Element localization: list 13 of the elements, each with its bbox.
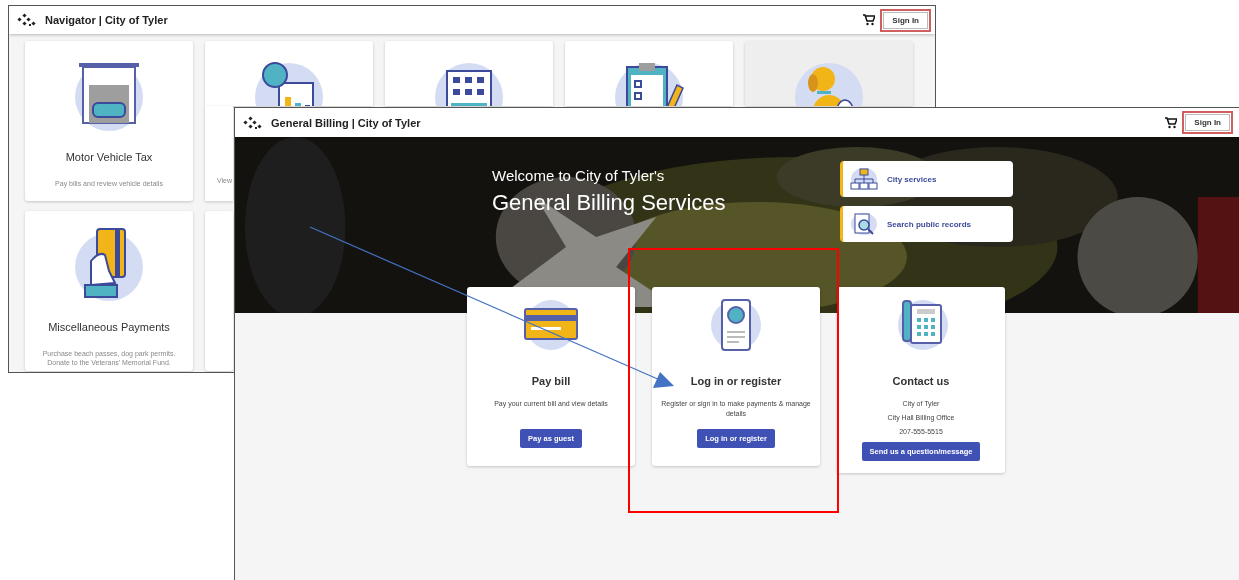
window-title: General Billing | City of Tyler [271,116,421,129]
tile-title: Motor Vehicle Tax [65,151,153,163]
card-title: Log in or register [690,375,782,387]
sign-in-button[interactable]: Sign In [1185,114,1230,131]
quick-link[interactable]: City services [840,161,1013,197]
card-title: Pay bill [531,375,571,387]
welcome-text: Welcome to City of Tyler's [492,167,666,184]
page-heading: General Billing Services [492,190,727,216]
card-title: Contact us [892,375,950,387]
quick-link[interactable]: Search public records [840,206,1013,242]
sign-in-button[interactable]: Sign In [883,11,928,29]
tile-title: Miscellaneous Payments [48,321,170,333]
window-title: Navigator | City of Tyler [45,14,168,26]
